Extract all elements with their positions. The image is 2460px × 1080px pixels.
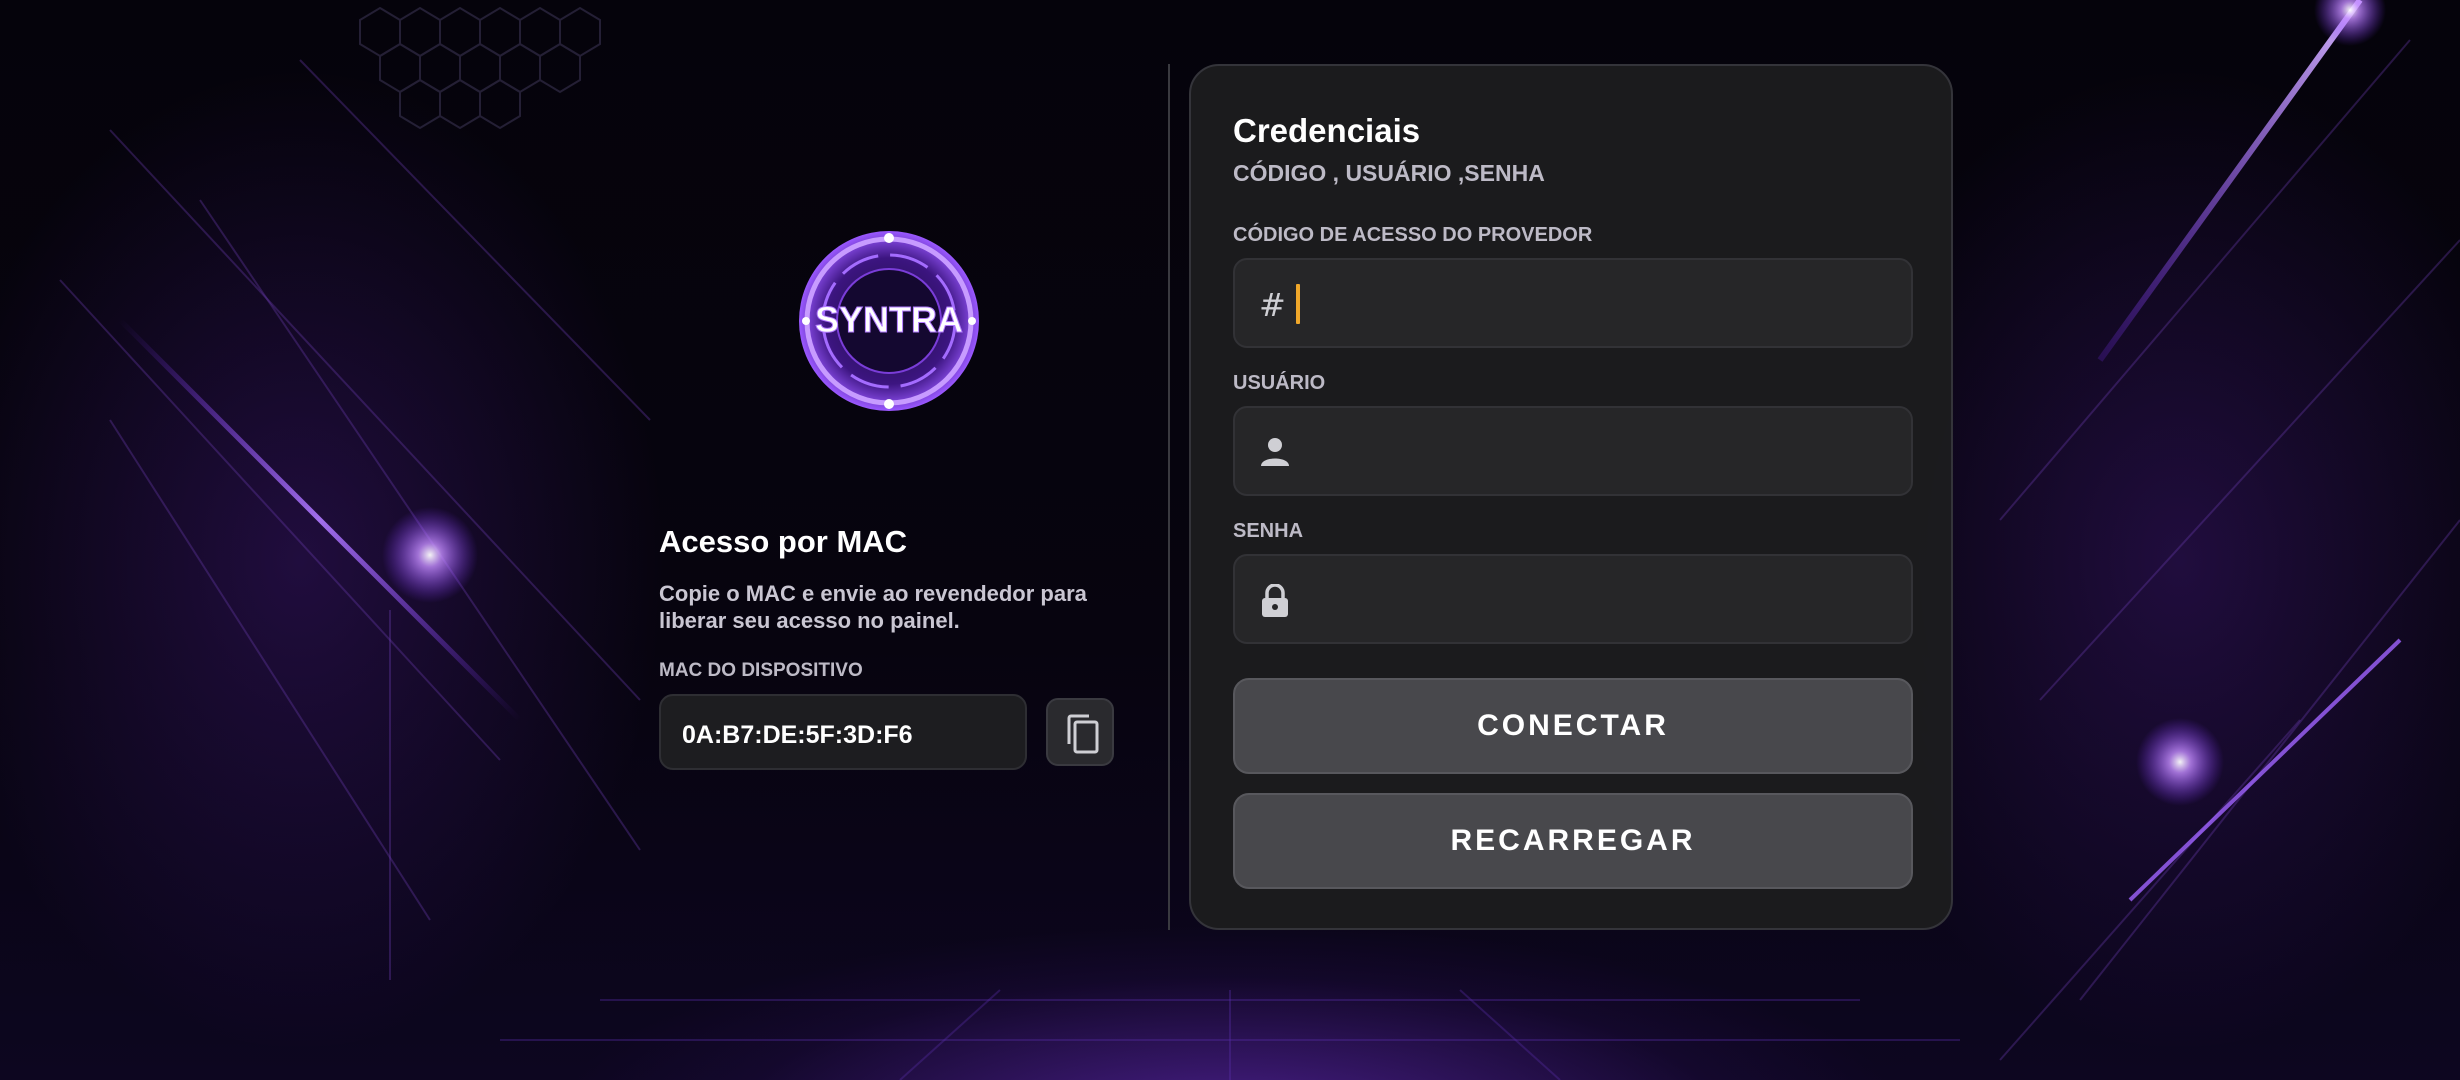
mac-access-title: Acesso por MAC — [659, 524, 908, 559]
logo-emblem-icon: SYNTRA — [799, 231, 979, 411]
column-divider — [1168, 64, 1170, 930]
provider-code-input[interactable] — [1315, 260, 1899, 348]
credentials-title: Credenciais — [1233, 112, 1421, 149]
provider-code-field[interactable]: # — [1233, 258, 1913, 348]
syntra-logo: SYNTRA — [796, 228, 982, 414]
reload-button[interactable]: RECARREGAR — [1233, 793, 1913, 889]
text-caret — [1296, 284, 1300, 324]
hash-icon: # — [1259, 286, 1286, 324]
copy-mac-button[interactable] — [1046, 698, 1114, 766]
copy-icon — [1067, 714, 1099, 754]
password-field[interactable] — [1233, 554, 1913, 644]
logo-text: SYNTRA — [815, 299, 963, 340]
lock-icon — [1262, 584, 1288, 617]
password-label: SENHA — [1233, 520, 1304, 542]
mac-address-box: 0A:B7:DE:5F:3D:F6 — [659, 694, 1027, 770]
password-input[interactable] — [1315, 556, 1899, 644]
provider-code-label: CÓDIGO DE ACESSO DO PROVEDOR — [1233, 224, 1593, 246]
connect-button[interactable]: CONECTAR — [1233, 678, 1913, 774]
credentials-subtitle: CÓDIGO , USUÁRIO ,SENHA — [1233, 160, 1545, 186]
mac-address-value: 0A:B7:DE:5F:3D:F6 — [682, 721, 913, 749]
mac-access-description: Copie o MAC e envie ao revendedor para l… — [659, 581, 1087, 633]
username-field[interactable] — [1233, 406, 1913, 496]
user-icon — [1261, 438, 1289, 466]
username-input[interactable] — [1315, 408, 1899, 496]
username-label: USUÁRIO — [1233, 372, 1326, 394]
mac-device-label: MAC DO DISPOSITIVO — [659, 660, 863, 681]
credentials-card: Credenciais CÓDIGO , USUÁRIO ,SENHA CÓDI… — [1189, 64, 1953, 930]
